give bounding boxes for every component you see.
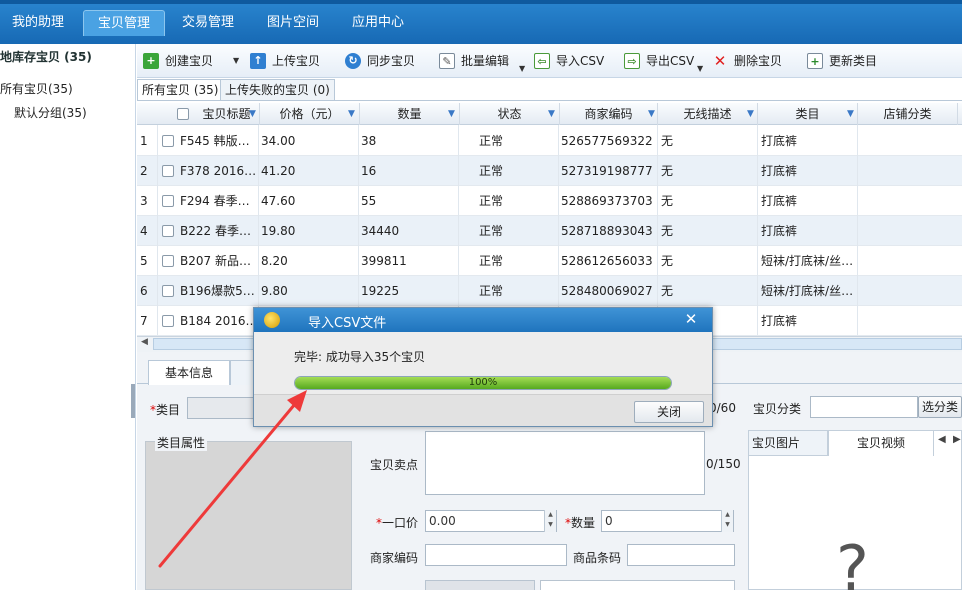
annotation-arrow bbox=[158, 390, 307, 568]
arrow-shaft bbox=[158, 402, 297, 568]
